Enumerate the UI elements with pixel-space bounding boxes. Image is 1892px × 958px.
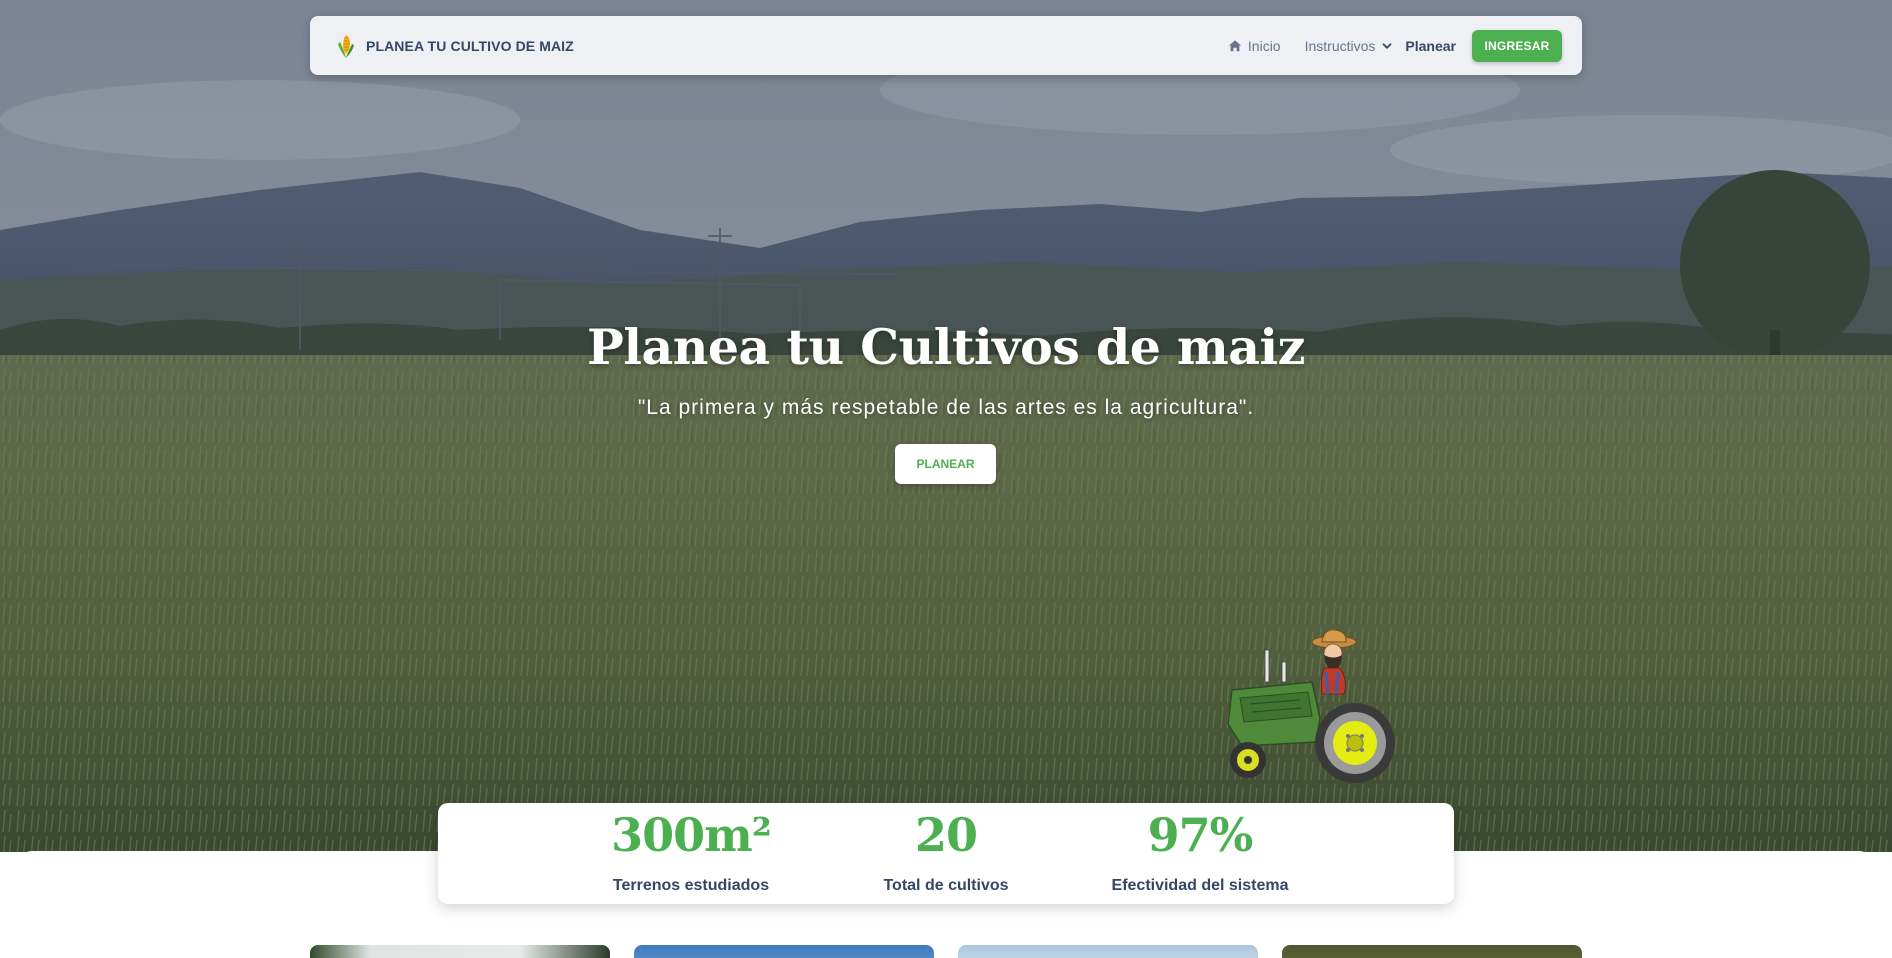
home-icon <box>1228 39 1242 51</box>
feature-card-image[interactable] <box>958 945 1258 958</box>
brand-title: PLANEA TU CULTIVO DE MAIZ <box>366 37 574 54</box>
nav-link-planear[interactable]: Planear <box>1405 38 1456 54</box>
nav-dropdown-instructivos[interactable]: Instructivos <box>1305 38 1394 54</box>
hero-background-image <box>0 0 1892 852</box>
nav-link-label: Instructivos <box>1304 37 1376 54</box>
feature-card-image[interactable] <box>634 945 934 958</box>
nav-links: Inicio Instructivos Planear INGRESAR <box>1228 29 1562 62</box>
stat-label: Terrenos estudiados <box>612 877 770 894</box>
stat-value: 20 <box>914 808 978 862</box>
stat-terrenos: 300m² Terrenos estudiados <box>581 803 801 895</box>
chevron-down-icon <box>1383 42 1392 49</box>
stat-value: 97% <box>1147 808 1254 862</box>
stat-cultivos: 20 Total de cultivos <box>836 803 1056 895</box>
stat-label: Efectividad del sistema <box>1111 877 1289 894</box>
stats-card: 300m² Terrenos estudiados 20 Total de cu… <box>438 803 1454 904</box>
feature-cards-row <box>310 945 1582 958</box>
planear-button[interactable]: PLANEAR <box>895 444 996 484</box>
stat-efectividad: 97% Efectividad del sistema <box>1090 803 1310 895</box>
stat-label: Total de cultivos <box>883 877 1009 894</box>
hero-title: Planea tu Cultivos de maiz <box>587 318 1305 376</box>
login-button[interactable]: INGRESAR <box>1472 29 1562 62</box>
hero-quote: "La primera y más respetable de las arte… <box>637 396 1255 419</box>
stat-value: 300m² <box>611 808 772 862</box>
feature-card-image[interactable] <box>310 945 610 958</box>
feature-card-image[interactable] <box>1282 945 1582 958</box>
brand[interactable]: PLANEA TU CULTIVO DE MAIZ <box>334 32 574 60</box>
corn-icon <box>338 34 354 58</box>
tractor-illustration <box>1227 629 1395 783</box>
nav-link-inicio[interactable]: Inicio <box>1228 38 1281 54</box>
navbar: PLANEA TU CULTIVO DE MAIZ Inicio Instruc… <box>310 16 1582 75</box>
nav-link-label: Inicio <box>1247 37 1281 54</box>
hero-section <box>0 0 1892 852</box>
nav-link-label: Planear <box>1405 37 1456 54</box>
